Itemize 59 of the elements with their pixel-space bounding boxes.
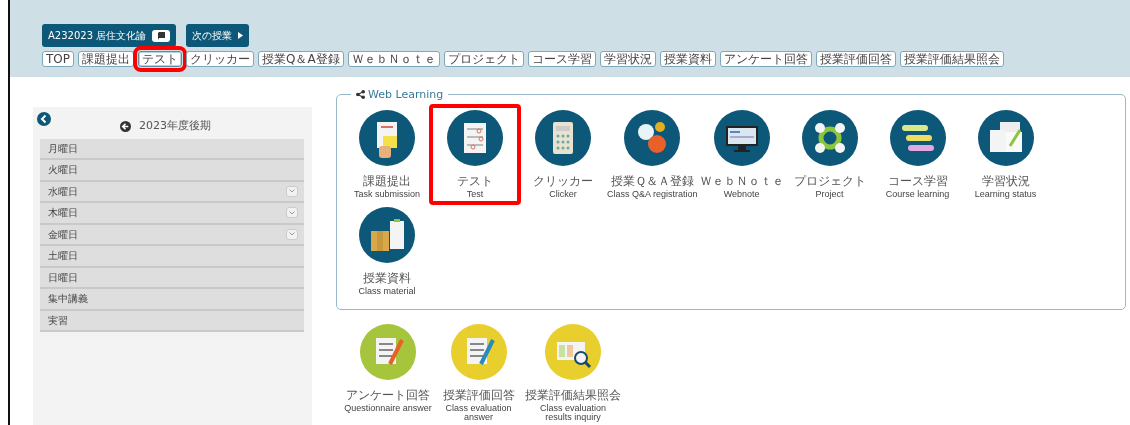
caret-icon — [238, 32, 244, 39]
nav-tab[interactable]: TOP — [42, 51, 74, 67]
expand-toggle[interactable] — [286, 207, 299, 219]
day-item[interactable]: 月曜日 — [40, 138, 305, 160]
day-item[interactable]: 金曜日 — [40, 224, 305, 246]
term-heading: 2023年度後期 — [139, 118, 211, 134]
notebook-icon — [977, 110, 1034, 166]
day-item[interactable]: 木曜日 — [40, 203, 305, 225]
back-icon[interactable] — [37, 112, 51, 126]
test-sheet-icon — [447, 110, 504, 166]
people-icon — [801, 110, 858, 166]
day-item[interactable]: 水曜日 — [40, 181, 305, 203]
app-tile[interactable]: 授業評価回答 Class evaluation answer — [432, 319, 526, 425]
nav-tab[interactable]: 授業評価回答 — [815, 51, 896, 67]
chevron-down-icon — [289, 210, 296, 215]
list-icon — [889, 110, 946, 166]
chevron-down-icon — [289, 232, 296, 237]
app-tile[interactable]: ＷｅｂＮｏｔｅ Webnote — [697, 106, 786, 204]
expand-toggle[interactable] — [286, 228, 299, 240]
app-tile[interactable]: コース学習 Course learning — [873, 106, 962, 204]
app-tile[interactable]: クリッカー Clicker — [519, 106, 608, 204]
nav-tab[interactable]: 課題提出 — [78, 51, 134, 67]
nav-tab[interactable]: アンケート回答 — [719, 51, 812, 67]
pencil-document-icon — [360, 323, 417, 380]
app-tile[interactable]: 学習状況 Learning status — [961, 106, 1050, 204]
nav-tab[interactable]: 授業資料 — [659, 51, 716, 67]
app-tile[interactable]: 授業評価結果照会 Class evaluation results inquiry — [525, 319, 622, 425]
pencil-document-icon — [450, 323, 507, 380]
nav-tab[interactable]: プロジェクト — [443, 51, 524, 67]
nav-tab[interactable]: クリッカー — [186, 51, 254, 67]
day-item[interactable]: 日曜日 — [40, 267, 305, 289]
day-item[interactable]: 実習 — [40, 310, 305, 332]
magnifier-table-icon — [545, 323, 602, 380]
panel-title: Web Learning — [368, 89, 444, 100]
app-tile[interactable]: プロジェクト Project — [785, 106, 874, 204]
app-tile[interactable]: 授業Ｑ＆Ａ登録 Class Q&A registration — [607, 106, 698, 204]
day-item[interactable]: 火曜日 — [40, 160, 305, 182]
nav-tab[interactable]: ＷｅｂＮｏｔｅ — [347, 51, 440, 67]
day-item[interactable]: 集中講義 — [40, 289, 305, 311]
course-button[interactable]: A232023 居住文化論 — [42, 24, 177, 47]
app-tile[interactable]: テスト Test — [431, 106, 520, 204]
arrow-left-icon[interactable] — [120, 121, 131, 133]
app-tile[interactable]: 課題提出 Task submission — [343, 106, 432, 204]
nav-tab[interactable]: 授業評価結果照会 — [899, 51, 1004, 67]
share-icon — [356, 90, 366, 99]
chevron-down-icon — [289, 189, 296, 194]
next-class-button[interactable]: 次の授業 — [186, 24, 250, 47]
document-hand-icon — [359, 110, 416, 166]
nav-tab[interactable]: 学習状況 — [599, 51, 656, 67]
monitor-icon — [713, 110, 770, 166]
nav-tab[interactable]: 授業Q＆A登録 — [258, 51, 344, 67]
app-tile[interactable]: アンケート回答 Questionnaire answer — [344, 319, 433, 425]
day-item[interactable]: 土曜日 — [40, 246, 305, 268]
keypad-icon — [535, 110, 592, 166]
app-tile[interactable]: 授業資料 Class material — [343, 203, 432, 301]
nav-tab[interactable]: コース学習 — [527, 51, 596, 67]
binders-icon — [359, 207, 416, 264]
expand-toggle[interactable] — [286, 185, 299, 197]
chat-bubbles-icon — [624, 110, 681, 166]
